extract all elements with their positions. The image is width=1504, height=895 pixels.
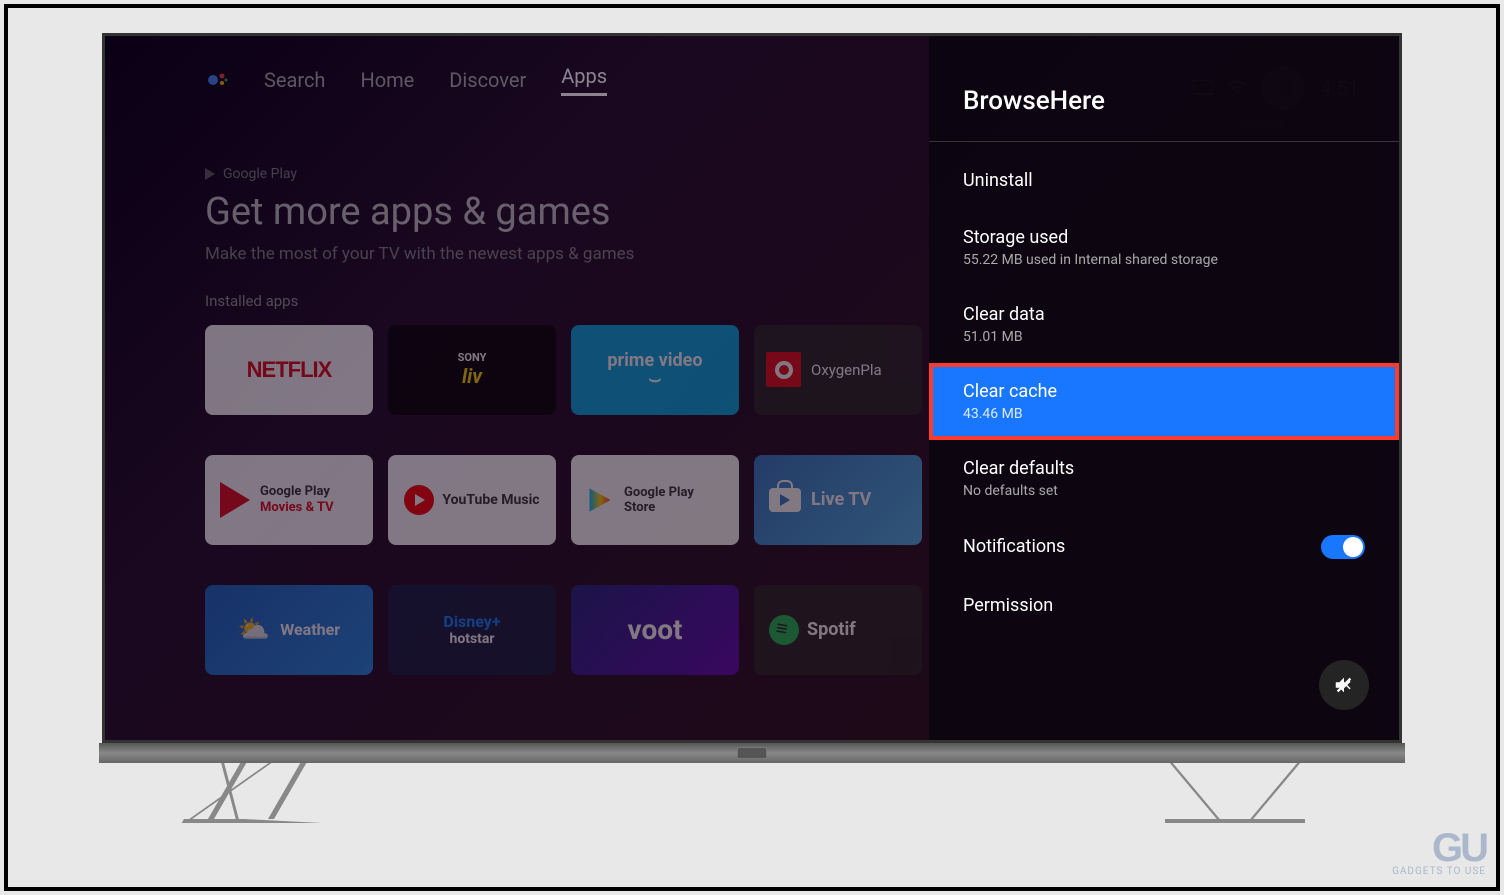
clear-data-value: 51.01 MB xyxy=(963,329,1365,345)
app-row: Google Play Movies & TV YouTube Music Go… xyxy=(205,455,922,545)
play-triangle-icon xyxy=(205,168,215,180)
hero-title: Get more apps & games xyxy=(205,190,922,234)
app-tile-play-store[interactable]: Google Play Store xyxy=(571,455,739,545)
tv-leg-right xyxy=(1165,763,1305,823)
play-store-icon xyxy=(586,486,614,514)
live-tv-text: Live TV xyxy=(811,489,871,510)
storage-used-option[interactable]: Storage used 55.22 MB used in Internal s… xyxy=(929,209,1399,286)
clear-defaults-label: Clear defaults xyxy=(963,458,1365,479)
watermark: GU GADGETS TO USE xyxy=(1392,830,1486,877)
app-row: ⛅ Weather Disney+ hotstar voot Spotif xyxy=(205,585,922,675)
nav-apps[interactable]: Apps xyxy=(561,64,607,96)
nav-discover[interactable]: Discover xyxy=(449,68,526,92)
youtube-music-icon xyxy=(404,485,434,515)
spotify-text: Spotif xyxy=(807,619,856,640)
play-movies-icon xyxy=(220,482,250,518)
top-nav: Search Home Discover Apps xyxy=(205,64,607,96)
watermark-logo: GU xyxy=(1392,830,1486,866)
nav-search[interactable]: Search xyxy=(264,68,325,92)
outer-frame: Search Home Discover Apps 4:51 Settings xyxy=(4,4,1500,891)
tv-container: Search Home Discover Apps 4:51 Settings xyxy=(82,33,1422,823)
clear-defaults-value: No defaults set xyxy=(963,483,1365,499)
play-label-text: Google Play xyxy=(223,166,297,182)
clear-cache-label: Clear cache xyxy=(963,381,1365,402)
clear-cache-value: 43.46 MB xyxy=(963,406,1365,422)
google-assistant-icon xyxy=(205,68,229,92)
permission-label: Permission xyxy=(963,595,1365,616)
main-content: Google Play Get more apps & games Make t… xyxy=(205,166,922,675)
app-tile-live-tv[interactable]: Live TV xyxy=(754,455,922,545)
prime-smile-icon: ⌣ xyxy=(648,366,661,390)
clear-data-label: Clear data xyxy=(963,304,1365,325)
notifications-label: Notifications xyxy=(963,536,1065,557)
panel-title: BrowseHere xyxy=(929,86,1399,141)
app-tile-spotify[interactable]: Spotif xyxy=(754,585,922,675)
sonyliv-text: SONY xyxy=(458,351,487,364)
sonyliv-logo: liv xyxy=(462,364,482,388)
app-tile-netflix[interactable]: NETFLIX xyxy=(205,325,373,415)
uninstall-option[interactable]: Uninstall xyxy=(929,152,1399,209)
live-tv-icon xyxy=(769,488,801,512)
notifications-toggle[interactable] xyxy=(1321,535,1365,559)
app-tile-youtube-music[interactable]: YouTube Music xyxy=(388,455,556,545)
tv-bezel xyxy=(99,743,1405,763)
nav-home[interactable]: Home xyxy=(360,68,414,92)
app-tile-voot[interactable]: voot xyxy=(571,585,739,675)
clear-cache-option[interactable]: Clear cache 43.46 MB xyxy=(929,363,1399,440)
app-tile-weather[interactable]: ⛅ Weather xyxy=(205,585,373,675)
app-tile-google-play-movies[interactable]: Google Play Movies & TV xyxy=(205,455,373,545)
hotstar-text: hotstar xyxy=(449,631,494,647)
hotstar-disney-text: Disney+ xyxy=(443,612,500,631)
app-tile-oxygenplay[interactable]: OxygenPla xyxy=(754,325,922,415)
weather-text: Weather xyxy=(280,620,340,639)
tv-screen: Search Home Discover Apps 4:51 Settings xyxy=(102,33,1402,743)
app-settings-panel: BrowseHere Uninstall Storage used 55.22 … xyxy=(929,36,1399,740)
oxygen-text: OxygenPla xyxy=(811,361,882,379)
youtube-music-text: YouTube Music xyxy=(442,492,539,508)
tv-brand-logo xyxy=(737,747,767,759)
tv-stand xyxy=(99,763,1405,823)
tv-leg-left xyxy=(182,763,357,823)
google-play-label: Google Play xyxy=(205,166,922,182)
app-tile-primevideo[interactable]: prime video ⌣ xyxy=(571,325,739,415)
oxygen-icon xyxy=(766,352,801,387)
clear-defaults-option[interactable]: Clear defaults No defaults set xyxy=(929,440,1399,517)
clear-data-option[interactable]: Clear data 51.01 MB xyxy=(929,286,1399,363)
mute-button[interactable] xyxy=(1319,660,1369,710)
storage-used-label: Storage used xyxy=(963,227,1365,248)
app-row: NETFLIX SONY liv prime video ⌣ OxygenPla xyxy=(205,325,922,415)
storage-used-value: 55.22 MB used in Internal shared storage xyxy=(963,252,1365,268)
notifications-option[interactable]: Notifications xyxy=(929,517,1399,577)
app-tile-sonyliv[interactable]: SONY liv xyxy=(388,325,556,415)
hero-subtitle: Make the most of your TV with the newest… xyxy=(205,244,922,264)
speaker-mute-icon xyxy=(1333,674,1355,696)
watermark-text: GADGETS TO USE xyxy=(1392,866,1486,877)
app-tile-disney-hotstar[interactable]: Disney+ hotstar xyxy=(388,585,556,675)
panel-divider xyxy=(929,141,1399,142)
play-store-text: Google Play Store xyxy=(624,485,694,515)
play-movies-text: Google Play Movies & TV xyxy=(260,484,334,515)
installed-apps-label: Installed apps xyxy=(205,292,922,310)
app-grid: NETFLIX SONY liv prime video ⌣ OxygenPla xyxy=(205,325,922,675)
permission-option[interactable]: Permission xyxy=(929,577,1399,634)
uninstall-label: Uninstall xyxy=(963,170,1365,191)
spotify-icon xyxy=(769,615,799,645)
weather-icon: ⛅ xyxy=(238,615,270,645)
